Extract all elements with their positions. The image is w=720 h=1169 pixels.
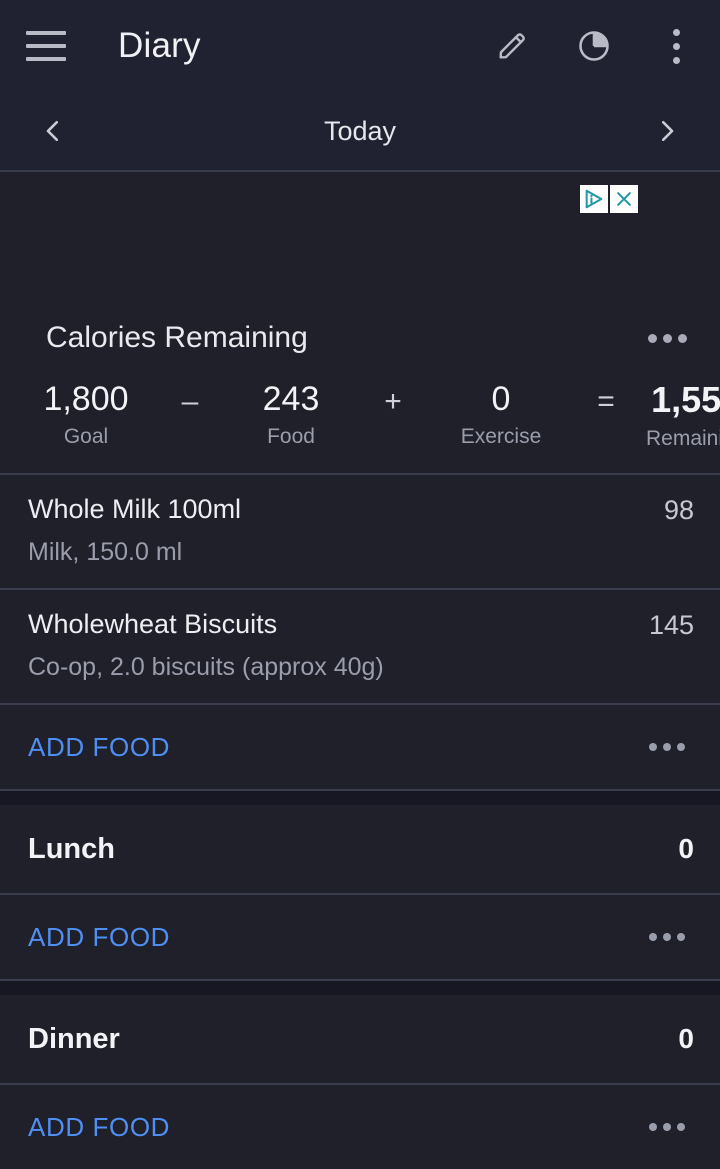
dot [662, 333, 672, 343]
dot [677, 333, 687, 343]
meal-calories: 0 [678, 1023, 694, 1055]
section-separator [0, 981, 720, 996]
goal-value: 1,800 [43, 380, 129, 418]
add-food-row-lunch: ADD FOOD [0, 895, 720, 980]
goal-label: Goal [63, 425, 109, 449]
hamburger-menu-icon[interactable] [26, 26, 68, 66]
more-horizontal-icon[interactable] [640, 1102, 694, 1152]
more-horizontal-icon[interactable] [640, 722, 694, 772]
more-horizontal-icon[interactable] [640, 912, 694, 962]
hamburger-bar [26, 44, 66, 48]
exercise-label: Exercise [460, 425, 542, 449]
diary-screen: Diary Today Calories Remaining 1,800 Goa… [0, 0, 720, 1169]
exercise-value: 0 [491, 380, 511, 418]
meal-calories: 0 [678, 833, 694, 865]
food-name: Whole Milk 100ml [28, 494, 242, 525]
calories-equation: 1,800 Goal – 243 Food + 0 Exercise = 1,5… [0, 364, 720, 451]
dot [677, 933, 685, 942]
dot [647, 333, 657, 343]
close-icon[interactable] [610, 185, 638, 213]
remaining-value: 1,557 [651, 379, 720, 420]
meal-header-lunch[interactable]: Lunch 0 [0, 805, 720, 894]
calories-remaining-panel: Calories Remaining 1,800 Goal – 243 Food… [0, 294, 720, 476]
dot [663, 933, 671, 942]
dot [677, 743, 685, 752]
table-row[interactable]: Whole Milk 100ml Milk, 150.0 ml 98 [0, 475, 720, 589]
dot [663, 1123, 671, 1132]
calories-food: 243 Food [232, 380, 350, 449]
ad-banner[interactable] [0, 172, 720, 294]
adchoices-icon[interactable] [580, 185, 608, 213]
pencil-edit-icon[interactable] [490, 24, 534, 68]
calories-header: Calories Remaining [0, 312, 720, 364]
calories-goal: 1,800 Goal [24, 380, 148, 449]
dot [649, 933, 657, 942]
chevron-right-icon[interactable] [640, 104, 694, 158]
chevron-left-icon[interactable] [26, 104, 80, 158]
add-food-button[interactable]: ADD FOOD [28, 922, 170, 953]
food-entry-text: Wholewheat Biscuits Co-op, 2.0 biscuits … [28, 608, 384, 683]
operator-plus-glyph: + [384, 385, 402, 418]
calories-exercise: 0 Exercise [436, 380, 566, 449]
operator-equals-glyph: = [597, 385, 615, 418]
dot [649, 1123, 657, 1132]
dot [672, 56, 680, 64]
food-detail: Co-op, 2.0 biscuits (approx 40g) [28, 653, 384, 682]
current-date-label[interactable]: Today [80, 116, 640, 147]
section-separator [0, 791, 720, 806]
dot [672, 42, 680, 50]
hamburger-bar [26, 57, 66, 61]
calories-remaining-title: Calories Remaining [46, 321, 308, 354]
food-entry-text: Whole Milk 100ml Milk, 150.0 ml [28, 493, 241, 568]
add-food-button[interactable]: ADD FOOD [28, 732, 170, 763]
hamburger-bar [26, 31, 66, 35]
add-food-button[interactable]: ADD FOOD [28, 1112, 170, 1143]
operator-minus: – [148, 380, 232, 419]
operator-minus-glyph: – [181, 385, 199, 418]
more-vertical-icon[interactable] [654, 24, 698, 68]
ad-badges [580, 185, 638, 213]
dot [663, 743, 671, 752]
calories-remaining: 1,557 Remaining [646, 379, 720, 451]
date-navigation-bar: Today [0, 92, 720, 172]
food-value: 243 [262, 380, 320, 418]
dot [677, 1123, 685, 1132]
food-calories: 98 [663, 495, 694, 526]
meal-name: Lunch [28, 832, 115, 865]
operator-equals: = [566, 380, 646, 419]
meal-name: Dinner [28, 1022, 120, 1055]
more-horizontal-icon[interactable] [640, 313, 694, 363]
food-label: Food [267, 425, 315, 449]
table-row[interactable]: Wholewheat Biscuits Co-op, 2.0 biscuits … [0, 590, 720, 704]
meal-header-dinner[interactable]: Dinner 0 [0, 995, 720, 1084]
add-food-row-breakfast: ADD FOOD [0, 705, 720, 790]
page-title: Diary [118, 26, 201, 65]
food-detail: Milk, 150.0 ml [28, 538, 183, 567]
pie-chart-icon[interactable] [572, 24, 616, 68]
app-bar: Diary [0, 0, 720, 92]
app-bar-actions [490, 24, 698, 68]
dot [672, 28, 680, 36]
food-calories: 145 [648, 610, 694, 641]
add-food-row-dinner: ADD FOOD [0, 1085, 720, 1169]
remaining-label: Remaining [646, 427, 720, 451]
food-name: Wholewheat Biscuits [28, 609, 278, 640]
dot [649, 743, 657, 752]
operator-plus: + [350, 380, 436, 419]
